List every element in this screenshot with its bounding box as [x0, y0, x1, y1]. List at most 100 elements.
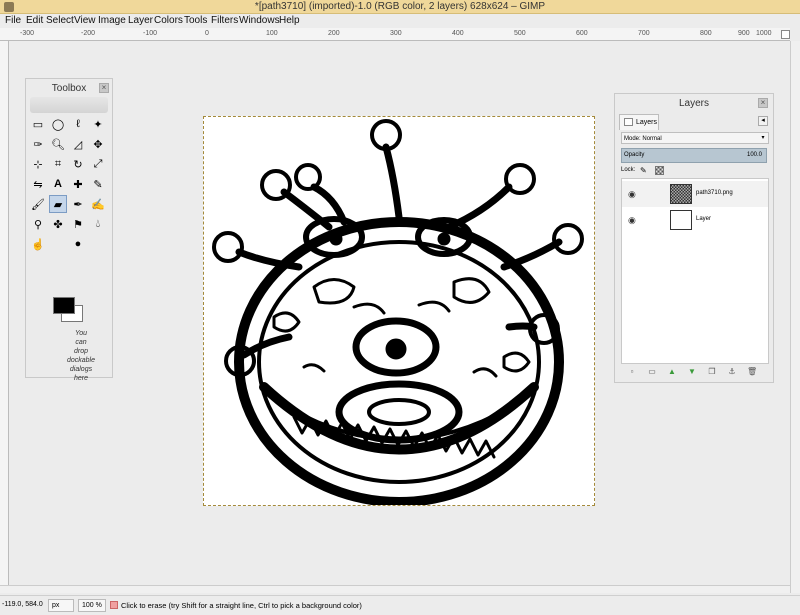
opacity-label: Opacity: [624, 152, 645, 158]
zoom-select[interactable]: 100 %: [78, 599, 106, 612]
fuzzy-select-tool-icon[interactable]: ✦: [89, 115, 107, 133]
ruler-tick: 800: [700, 30, 712, 37]
rotate-tool-icon[interactable]: ↻: [69, 155, 87, 173]
new-layer-icon[interactable]: ▫: [627, 367, 637, 377]
new-layer-group-icon[interactable]: ▭: [647, 367, 657, 377]
clone-tool-icon[interactable]: ⚲: [29, 215, 47, 233]
navigate-icon[interactable]: [781, 30, 790, 39]
window-title: *[path3710] (imported)-1.0 (RGB color, 2…: [254, 1, 546, 12]
close-icon[interactable]: ×: [99, 83, 109, 93]
menu-help[interactable]: Help: [279, 15, 300, 26]
tab-layers[interactable]: Layers: [619, 114, 659, 130]
layer-list: ◉ path3710.png ◉ Layer: [621, 178, 769, 364]
ruler-tick: 300: [390, 30, 402, 37]
color-picker-tool-icon[interactable]: ✑: [29, 135, 47, 153]
chevron-down-icon: ▾: [761, 135, 765, 141]
ruler-tick: -100: [143, 30, 158, 37]
layer-thumbnail: [670, 210, 692, 230]
opacity-slider[interactable]: Opacity 100.0: [621, 148, 767, 163]
move-tool-icon[interactable]: ✥: [89, 135, 107, 153]
layer-row[interactable]: ◉ path3710.png: [622, 181, 768, 207]
menu-layer[interactable]: Layer: [128, 15, 153, 26]
heal-tool-icon[interactable]: ✚: [69, 175, 87, 193]
paint-tool-icon[interactable]: ✎: [89, 175, 107, 193]
lock-alpha-icon[interactable]: [655, 166, 664, 175]
mode-row: Mode: Normal ▾: [619, 132, 769, 144]
wilber-drop-area[interactable]: [30, 97, 108, 113]
tab-menu-arrow-icon[interactable]: ◂: [758, 116, 768, 126]
eye-icon[interactable]: ◉: [628, 215, 638, 225]
eye-icon[interactable]: ◉: [628, 189, 638, 199]
text-tool-icon[interactable]: A: [49, 175, 67, 193]
menu-image[interactable]: Image: [98, 15, 126, 26]
layers-tab-icon: [624, 118, 633, 126]
ruler-tick: 200: [328, 30, 340, 37]
free-select-tool-icon[interactable]: ℓ: [69, 115, 87, 133]
image-canvas[interactable]: [203, 116, 595, 507]
ruler-tick: 600: [576, 30, 588, 37]
layer-name[interactable]: path3710.png: [696, 190, 733, 196]
foreground-color-swatch[interactable]: [53, 297, 75, 314]
menu-tools[interactable]: Tools: [184, 15, 207, 26]
pointer-coordinates: -119.0, 584.0: [2, 601, 43, 608]
airbrush-tool-icon[interactable]: ✒: [69, 195, 87, 213]
vertical-scrollbar[interactable]: [790, 41, 800, 593]
crop-tool-icon[interactable]: ⌗: [49, 155, 67, 173]
title-bar: *[path3710] (imported)-1.0 (RGB color, 2…: [0, 0, 800, 14]
menu-filters[interactable]: Filters: [211, 15, 238, 26]
status-bar: -119.0, 584.0 px 100 % Click to erase (t…: [0, 595, 800, 615]
tab-layers-label: Layers: [636, 119, 658, 126]
menu-file[interactable]: File: [5, 15, 21, 26]
layers-panel-title: Layers: [678, 98, 709, 109]
vertical-ruler[interactable]: [0, 41, 9, 593]
rect-select-tool-icon[interactable]: ▭: [29, 115, 47, 133]
ruler-tick: 500: [514, 30, 526, 37]
menu-colors[interactable]: Colors: [154, 15, 183, 26]
lock-label: Lock:: [621, 167, 636, 173]
perspective-clone-tool-icon[interactable]: ⚑: [69, 215, 87, 233]
delete-layer-icon[interactable]: 🗑︎: [747, 367, 757, 377]
ink-tool-icon[interactable]: ✍: [89, 195, 107, 213]
paintbrush-tool-icon[interactable]: 🖌︎: [29, 195, 47, 213]
lower-layer-icon[interactable]: ▼: [687, 367, 697, 377]
layer-name[interactable]: Layer: [696, 216, 711, 222]
mode-label: Mode:: [624, 136, 641, 142]
eraser-tool-icon[interactable]: ▰: [49, 195, 67, 213]
horizontal-scrollbar[interactable]: [0, 585, 790, 593]
blur-tool-icon[interactable]: 💧︎: [89, 215, 107, 233]
mode-value: Normal: [642, 136, 662, 142]
menu-view[interactable]: View: [74, 15, 96, 26]
unit-select[interactable]: px: [48, 599, 74, 612]
ellipse-select-tool-icon[interactable]: ◯: [49, 115, 67, 133]
raise-layer-icon[interactable]: ▲: [667, 367, 677, 377]
menu-bar: File Edit Select View Image Layer Colors…: [0, 14, 800, 28]
scale-tool-icon[interactable]: ⤢: [89, 155, 107, 173]
lock-pixels-icon[interactable]: ✎: [640, 166, 649, 175]
smudge-tool-icon[interactable]: ☝: [29, 235, 47, 253]
layer-thumbnail: [670, 184, 692, 204]
ruler-tick: -200: [81, 30, 96, 37]
dodge-tool-icon[interactable]: ●: [69, 235, 87, 253]
anchor-layer-icon[interactable]: ⚓︎: [727, 367, 737, 377]
menu-windows[interactable]: Windows: [239, 15, 280, 26]
heal-patch-tool-icon[interactable]: ✤: [49, 215, 67, 233]
measure-tool-icon[interactable]: ◿: [69, 135, 87, 153]
flip-tool-icon[interactable]: ⇋: [29, 175, 47, 193]
layer-toolbar: ▫ ▭ ▲ ▼ ❐ ⚓︎ 🗑︎: [621, 366, 769, 378]
ruler-tick: -300: [20, 30, 35, 37]
ruler-tick: 0: [205, 30, 209, 37]
beholder-drawing: [212, 119, 584, 507]
align-tool-icon[interactable]: ⊹: [29, 155, 47, 173]
menu-select[interactable]: Select: [46, 15, 74, 26]
ruler-tick: 700: [638, 30, 650, 37]
duplicate-layer-icon[interactable]: ❐: [707, 367, 717, 377]
ruler-tick: 400: [452, 30, 464, 37]
layers-panel: Layers × Layers ◂ Mode: Normal ▾ Opacity…: [614, 93, 774, 383]
toolbox-panel: Toolbox × ▭ ◯ ℓ ✦ ✑ 🔍︎ ◿ ✥ ⊹ ⌗ ↻ ⤢ ⇋ A ✚…: [25, 78, 113, 382]
horizontal-ruler[interactable]: -300 -200 -100 0 100 200 300 400 500 600…: [0, 28, 790, 41]
mode-select[interactable]: Mode: Normal ▾: [621, 132, 769, 144]
zoom-tool-icon[interactable]: 🔍︎: [49, 135, 67, 153]
layer-row[interactable]: ◉ Layer: [622, 207, 768, 233]
menu-edit[interactable]: Edit: [26, 15, 43, 26]
close-icon[interactable]: ×: [758, 98, 768, 108]
